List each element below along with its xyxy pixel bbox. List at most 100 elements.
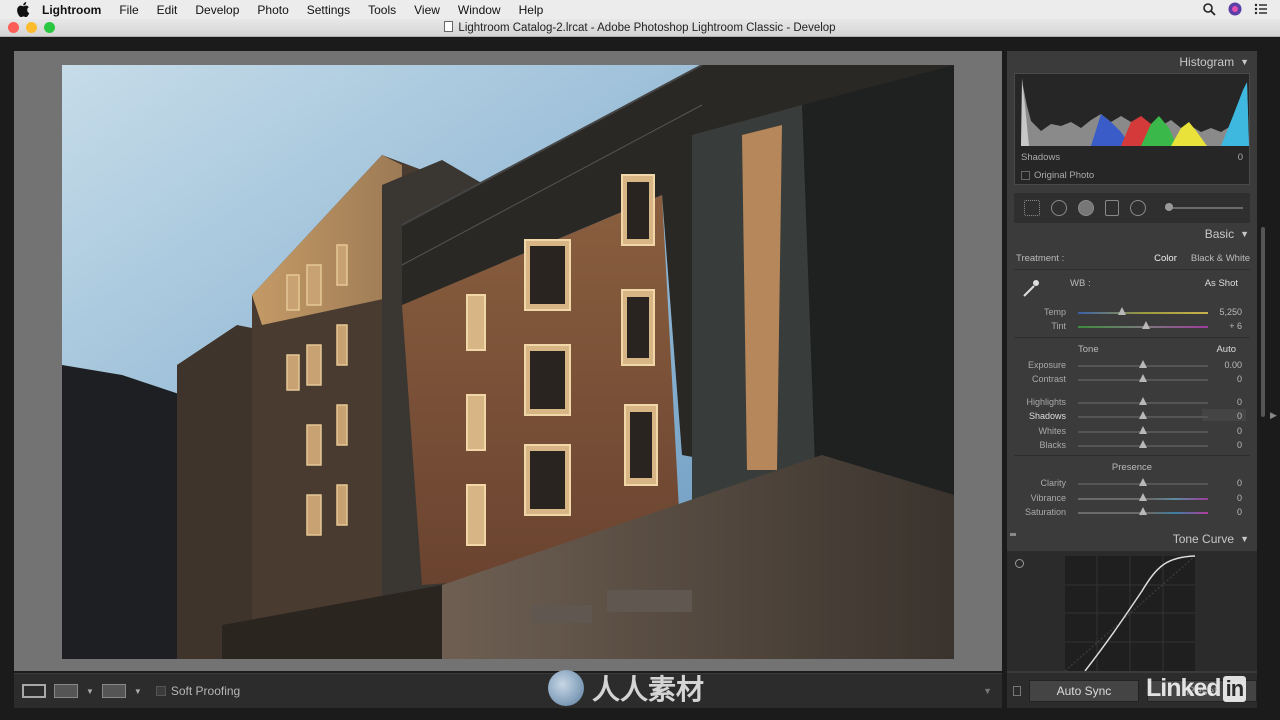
histogram-collapse-icon[interactable]: ▼ xyxy=(1240,57,1249,67)
slider-knob[interactable] xyxy=(1139,478,1147,487)
eyedropper-icon[interactable] xyxy=(1020,277,1042,299)
workspace: www.rr-sc.com xyxy=(0,37,1280,720)
slider-value[interactable]: 0 xyxy=(1202,426,1242,436)
menu-photo[interactable]: Photo xyxy=(257,3,288,17)
wb-preset-select[interactable]: As Shot xyxy=(1205,278,1238,289)
adjustment-brush-slider[interactable] xyxy=(1165,203,1243,211)
tone-curve-header[interactable]: Tone Curve ▼ xyxy=(1007,528,1257,550)
loupe-view-button[interactable] xyxy=(22,684,46,698)
siri-icon[interactable] xyxy=(1228,2,1242,16)
slider-value[interactable]: 0 xyxy=(1202,411,1242,421)
slider-knob[interactable] xyxy=(1139,411,1147,420)
photo-canvas[interactable] xyxy=(14,51,1002,671)
slider-value[interactable]: 5,250 xyxy=(1202,307,1242,317)
menu-app-name[interactable]: Lightroom xyxy=(42,3,101,17)
search-icon[interactable] xyxy=(1202,2,1216,16)
original-photo-checkbox[interactable] xyxy=(1021,171,1030,180)
slider-value[interactable]: 0 xyxy=(1202,397,1242,407)
spot-removal-tool-icon[interactable] xyxy=(1051,200,1067,216)
slider-label: Saturation xyxy=(1024,506,1066,517)
graduated-filter-icon[interactable] xyxy=(1105,200,1119,216)
list-icon[interactable] xyxy=(1254,2,1268,16)
soft-proofing-checkbox[interactable] xyxy=(155,686,166,696)
targeted-adjustment-icon[interactable] xyxy=(1015,559,1024,568)
histogram-header[interactable]: Histogram ▼ xyxy=(1007,51,1257,73)
treatment-bw-option[interactable]: Black & White xyxy=(1191,253,1250,264)
tone-auto-button[interactable]: Auto xyxy=(1216,344,1236,355)
maximize-window-button[interactable] xyxy=(44,22,55,33)
slider-value[interactable]: 0 xyxy=(1202,493,1242,503)
menu-window[interactable]: Window xyxy=(458,3,501,17)
slider-knob[interactable] xyxy=(1141,321,1150,330)
watermark-logo-text: 人人素材 xyxy=(592,674,705,705)
slider-label: Shadows xyxy=(1028,411,1066,422)
slider-contrast[interactable]: Contrast 0 xyxy=(1014,372,1250,386)
slider-tint[interactable]: Tint + 6 xyxy=(1014,319,1250,333)
slider-knob[interactable] xyxy=(1139,425,1147,434)
slider-highlights[interactable]: Highlights 0 xyxy=(1014,395,1250,409)
slider-track[interactable] xyxy=(1078,312,1208,314)
tone-curve-title: Tone Curve xyxy=(1172,532,1235,546)
menu-settings[interactable]: Settings xyxy=(307,3,350,17)
slider-vibrance[interactable]: Vibrance 0 xyxy=(1014,491,1250,505)
soft-proofing-toggle[interactable]: Soft Proofing xyxy=(155,684,240,698)
treatment-row: Treatment : Color Black & White xyxy=(1014,247,1250,269)
radial-filter-icon[interactable] xyxy=(1130,200,1146,216)
before-after-dropdown-icon[interactable]: ▼ xyxy=(86,687,94,696)
slider-value[interactable]: 0 xyxy=(1202,440,1242,450)
basic-collapse-icon[interactable]: ▼ xyxy=(1240,229,1249,239)
slider-shadows[interactable]: Shadows 0 xyxy=(1014,409,1250,423)
linkedin-in-badge: in xyxy=(1222,676,1247,702)
slider-value[interactable]: 0.00 xyxy=(1202,360,1242,370)
menu-help[interactable]: Help xyxy=(519,3,544,17)
slider-knob[interactable] xyxy=(1139,397,1147,406)
original-photo-toggle[interactable]: Original Photo xyxy=(1021,170,1094,181)
slider-value[interactable]: 0 xyxy=(1202,374,1242,384)
tone-curve[interactable] xyxy=(1007,551,1257,672)
slider-knob[interactable] xyxy=(1118,307,1127,315)
histogram[interactable]: Shadows 0 Original Photo xyxy=(1014,73,1250,185)
slider-blacks[interactable]: Blacks 0 xyxy=(1014,438,1250,452)
tone-curve-collapse-icon[interactable]: ▼ xyxy=(1240,534,1249,544)
treatment-color-option[interactable]: Color xyxy=(1154,253,1177,264)
minimize-window-button[interactable] xyxy=(26,22,37,33)
slider-whites[interactable]: Whites 0 xyxy=(1014,424,1250,438)
toolbar-collapse-icon[interactable]: ▼ xyxy=(983,686,992,696)
slider-value[interactable]: + 6 xyxy=(1202,321,1242,331)
wb-sliders: Temp 5,250 Tint + 6 xyxy=(1014,305,1250,334)
before-after-button[interactable] xyxy=(54,684,78,698)
slider-knob[interactable] xyxy=(1139,440,1147,449)
menu-items: Lightroom File Edit Develop Photo Settin… xyxy=(42,3,543,17)
watermark-logo-icon xyxy=(548,670,584,706)
crop-tool-icon[interactable] xyxy=(1024,200,1040,216)
right-panel-scrollbar[interactable] xyxy=(1261,227,1265,417)
menu-tools[interactable]: Tools xyxy=(368,3,396,17)
yy-view-button[interactable] xyxy=(101,684,126,698)
menu-view[interactable]: View xyxy=(414,3,440,17)
sync-switch[interactable] xyxy=(1013,685,1021,696)
menu-develop[interactable]: Develop xyxy=(195,3,239,17)
histogram-readout-value: 0 xyxy=(1237,152,1243,163)
slider-value[interactable]: 0 xyxy=(1202,507,1242,517)
slider-temp[interactable]: Temp 5,250 xyxy=(1014,305,1250,319)
yy-view-dropdown-icon[interactable]: ▼ xyxy=(134,687,142,696)
slider-label: Exposure xyxy=(1027,359,1066,370)
slider-value[interactable]: 0 xyxy=(1202,478,1242,488)
close-window-button[interactable] xyxy=(8,22,19,33)
slider-saturation[interactable]: Saturation 0 xyxy=(1014,505,1250,519)
slider-knob[interactable] xyxy=(1139,492,1147,501)
menu-file[interactable]: File xyxy=(119,3,138,17)
right-panel-toggle-icon[interactable]: ▶ xyxy=(1270,410,1277,421)
tone-title: Tone xyxy=(1078,343,1099,355)
red-eye-tool-icon[interactable] xyxy=(1078,200,1094,216)
apple-icon[interactable] xyxy=(16,2,30,17)
auto-sync-button[interactable]: Auto Sync xyxy=(1028,679,1139,702)
menu-edit[interactable]: Edit xyxy=(157,3,178,17)
slider-knob[interactable] xyxy=(1139,506,1147,515)
slider-exposure[interactable]: Exposure 0.00 xyxy=(1014,358,1250,372)
slider-knob[interactable] xyxy=(1139,359,1147,368)
basic-header[interactable]: Basic ▼ xyxy=(1007,223,1257,245)
slider-knob[interactable] xyxy=(1139,373,1147,382)
slider-clarity[interactable]: Clarity 0 xyxy=(1014,476,1250,490)
photo-preview[interactable] xyxy=(62,65,954,659)
